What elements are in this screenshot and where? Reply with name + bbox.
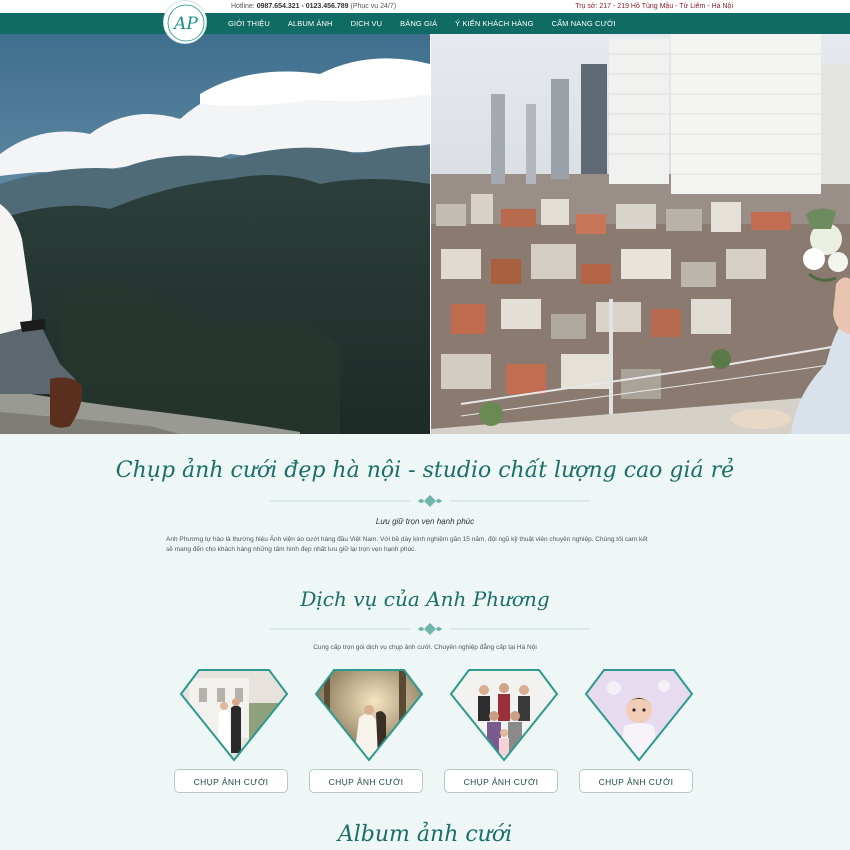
hero-image-mountain <box>0 34 430 434</box>
service-image-wedding-forest[interactable] <box>314 668 424 763</box>
divider-ornament-icon <box>270 623 590 635</box>
nav-item-y-kien-khach-hang[interactable]: Ý KIẾN KHÁCH HÀNG <box>446 13 542 34</box>
services-description: Cung cấp trọn gói dịch vụ chụp ảnh cưới.… <box>313 644 537 651</box>
nav-item-cam-nang-cuoi[interactable]: CẨM NANG CƯỚI <box>543 13 625 34</box>
hotline-note: (Phục vụ 24/7) <box>348 3 397 10</box>
nav-item-dich-vu[interactable]: DỊCH VỤ <box>342 13 392 34</box>
service-button[interactable]: CHỤP ẢNH CƯỚI <box>579 769 693 793</box>
divider-ornament-icon <box>270 495 590 507</box>
service-image-family[interactable] <box>449 668 559 763</box>
intro-text: Anh Phương tự hào là thương hiệu Ảnh việ… <box>166 535 706 555</box>
service-image-baby[interactable] <box>584 668 694 763</box>
nav-item-bang-gia[interactable]: BẢNG GIÁ <box>391 13 446 34</box>
nav-item-gioi-thieu[interactable]: GIỚI THIỆU <box>219 13 279 34</box>
top-info-bar: Hotline: 0987.654.321 - 0123.456.789 (Ph… <box>0 0 850 13</box>
service-button[interactable]: CHỤP ẢNH CƯỚI <box>309 769 423 793</box>
service-button[interactable]: CHỤP ẢNH CƯỚI <box>444 769 558 793</box>
intro-text-line-1: Anh Phương tự hào là thương hiệu Ảnh việ… <box>166 536 648 543</box>
services-list: CHỤP ẢNH CƯỚI CHỤP ẢNH CƯỚI CHỤP ẢNH CƯỚ… <box>0 668 850 798</box>
hotline-numbers[interactable]: 0987.654.321 - 0123.456.789 <box>257 3 349 10</box>
main-navigation: GIỚI THIỆU ALBUM ẢNH DỊCH VỤ BẢNG GIÁ Ý … <box>0 13 850 34</box>
address-text: Trụ sở: 217 - 219 Hồ Tùng Mậu - Từ Liêm … <box>575 3 733 10</box>
service-image-wedding-outdoor[interactable] <box>179 668 289 763</box>
hotline-label: Hotline: <box>231 3 257 10</box>
site-logo[interactable]: AP <box>163 0 207 44</box>
service-card[interactable]: CHỤP ẢNH CƯỚI <box>174 668 294 798</box>
service-card[interactable]: CHỤP ẢNH CƯỚI <box>579 668 699 798</box>
intro-subtitle: Lưu giữ trọn vẹn hạnh phúc <box>375 517 475 526</box>
logo-text: AP <box>172 14 198 34</box>
nav-item-album-anh[interactable]: ALBUM ẢNH <box>279 13 342 34</box>
service-button[interactable]: CHỤP ẢNH CƯỚI <box>174 769 288 793</box>
hotline-text: Hotline: 0987.654.321 - 0123.456.789 (Ph… <box>231 0 396 13</box>
logo-monogram-icon: AP <box>167 4 205 42</box>
services-title: Dịch vụ của Anh Phương <box>300 587 550 611</box>
intro-text-line-2: sẽ mang đến cho khách hàng những tấm hìn… <box>166 546 417 553</box>
hero-banner <box>0 34 850 434</box>
service-card[interactable]: CHỤP ẢNH CƯỚI <box>309 668 429 798</box>
service-card[interactable]: CHỤP ẢNH CƯỚI <box>444 668 564 798</box>
intro-title: Chụp ảnh cưới đẹp hà nội - studio chất l… <box>115 458 735 483</box>
hero-image-city <box>431 34 850 434</box>
album-title: Album ảnh cưới <box>337 822 513 847</box>
